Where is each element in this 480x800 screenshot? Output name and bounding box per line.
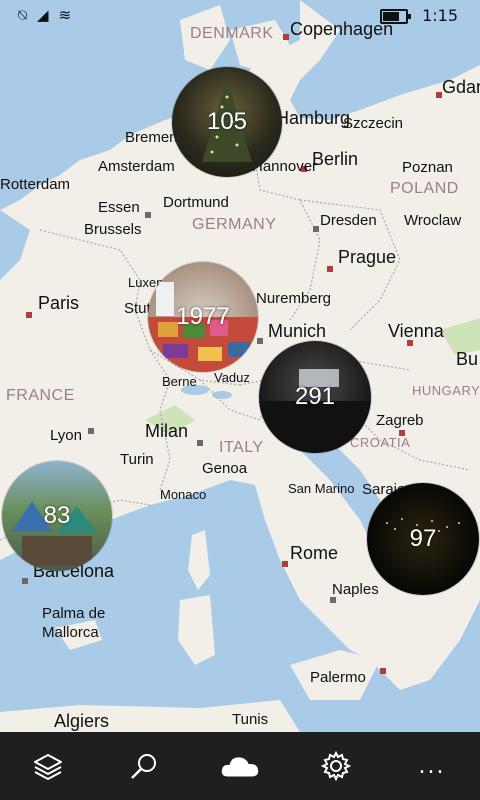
city-label: Turin [120, 451, 154, 468]
status-icons: ⍉ ◢ ≋ [18, 6, 71, 24]
city-label: Monaco [160, 487, 207, 502]
city-label: Brussels [84, 221, 142, 238]
app-bar: ... [0, 732, 480, 800]
city-label: Rotterdam [0, 176, 71, 193]
city-label: Essen [98, 199, 140, 216]
settings-button[interactable] [316, 746, 356, 786]
more-ellipsis-icon: ... [418, 753, 446, 779]
city-dot [399, 430, 405, 436]
photo-cluster-christmas[interactable]: 105 [172, 67, 282, 177]
city-label: Mallorca [42, 624, 99, 641]
city-dot [26, 312, 32, 318]
wifi-icon: ≋ [58, 6, 72, 24]
city-label: Genoa [202, 460, 248, 477]
country-label: HUNGARY [412, 383, 480, 398]
onedrive-cloud-icon [221, 757, 259, 777]
photo-count: 83 [43, 502, 71, 529]
city-label: Munich [268, 321, 327, 341]
city-dot [313, 226, 319, 232]
city-label: Szczecin [343, 115, 404, 132]
photo-count: 97 [409, 525, 437, 552]
signal-icon: ◢ [37, 6, 49, 24]
photo-cluster-conference[interactable]: 291 [259, 341, 371, 453]
city-label: Paris [38, 293, 80, 313]
city-label: Poznan [402, 159, 453, 176]
city-dot [283, 34, 289, 40]
city-label: Palma de [42, 605, 106, 622]
city-label: Gdan [442, 77, 480, 97]
status-bar: ⍉ ◢ ≋ 1:15 [0, 0, 480, 32]
city-dot [282, 561, 288, 567]
more-button[interactable]: ... [412, 746, 452, 786]
city-label: Dortmund [163, 194, 229, 211]
search-icon [131, 754, 156, 779]
city-dot [88, 428, 94, 434]
city-label: Lyon [50, 427, 82, 444]
city-label: San Marino [288, 481, 355, 496]
city-dot [380, 668, 386, 674]
city-label: Vaduz [214, 370, 250, 385]
city-label: Rome [290, 543, 339, 563]
photo-cluster-night-city[interactable]: 97 [367, 483, 479, 595]
city-dot [197, 440, 203, 446]
city-label: Hamburg [276, 108, 351, 128]
onedrive-button[interactable] [220, 746, 260, 786]
city-label: Algiers [54, 711, 110, 731]
country-label: POLAND [390, 180, 459, 197]
layers-icon [34, 754, 62, 780]
city-label: Tunis [232, 711, 269, 728]
country-label: ITALY [219, 439, 264, 456]
city-label: Wroclaw [404, 212, 462, 229]
city-label: Berlin [312, 149, 359, 169]
city-label: Dresden [320, 212, 377, 229]
city-label: Vienna [388, 321, 444, 341]
photo-cluster-tea[interactable]: 1977 [148, 262, 258, 372]
country-label: FRANCE [6, 387, 75, 404]
city-label: Berne [162, 374, 197, 389]
layers-button[interactable] [28, 746, 68, 786]
search-button[interactable] [124, 746, 164, 786]
battery-icon [380, 9, 411, 24]
city-label: Bu [456, 349, 479, 369]
map-view[interactable]: DENMARK GERMANY POLAND FRANCE HUNGARY IT… [0, 0, 480, 732]
photo-count: 291 [294, 383, 336, 410]
city-label: Milan [145, 421, 189, 441]
city-label: Amsterdam [98, 158, 175, 175]
settings-gear-icon [321, 751, 351, 781]
city-label: Zagreb [376, 412, 424, 429]
sim-icon: ⍉ [18, 6, 28, 24]
city-label: Bremen [125, 129, 178, 146]
country-label: GERMANY [192, 216, 277, 233]
city-label: Nuremberg [256, 290, 332, 307]
photo-count: 105 [206, 108, 248, 135]
city-label: Palermo [310, 669, 366, 686]
photo-count: 1977 [176, 303, 230, 330]
photo-cluster-campsite[interactable]: 83 [2, 461, 112, 571]
city-dot [145, 212, 151, 218]
city-label: Prague [338, 247, 397, 267]
status-time: 1:15 [422, 6, 458, 25]
city-dot [22, 578, 28, 584]
city-dot [327, 266, 333, 272]
